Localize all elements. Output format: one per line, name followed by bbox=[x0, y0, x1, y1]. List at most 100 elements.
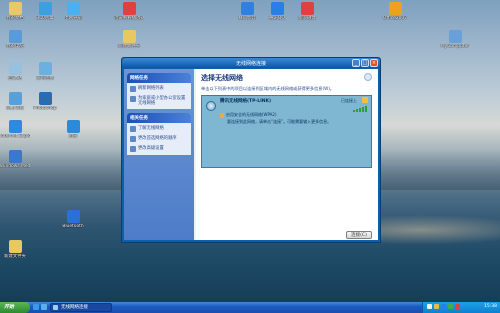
lock-icon bbox=[220, 112, 224, 118]
desktop-icon-my-documents[interactable]: 我的文档 bbox=[0, 2, 30, 21]
icon-label: 360杀毒 bbox=[36, 16, 54, 21]
connect-button[interactable]: 连接(C) bbox=[346, 231, 372, 239]
desktop-icon-xunlei[interactable]: 迅雷 bbox=[58, 120, 88, 139]
icon-label: MyComputer bbox=[440, 44, 470, 49]
play-icon bbox=[240, 2, 254, 15]
desktop-icon-office[interactable]: Office2007 bbox=[380, 2, 410, 21]
page-description: 单击以下列表中的项目以连接到区域内的无线网络或获得更多信息(W)。 bbox=[201, 86, 335, 91]
icon-label: 回收站 bbox=[8, 76, 22, 81]
system-tray: 15:38 bbox=[422, 302, 500, 313]
info-icon bbox=[130, 126, 136, 132]
panel-header: 网络任务 bbox=[127, 73, 191, 83]
icon-label: 我的文档 bbox=[6, 16, 24, 21]
icon-label: Windows Media Player bbox=[0, 164, 30, 169]
task-learn-wireless[interactable]: 了解无线网络 bbox=[127, 123, 191, 133]
star-icon bbox=[362, 97, 368, 103]
task-setup-network[interactable]: 为家庭或小型办公室设置无线网络 bbox=[127, 93, 191, 109]
window-title: 无线网络连接 bbox=[235, 61, 266, 67]
icon-label: 网上邻居 bbox=[6, 106, 24, 111]
task-sidebar: 网络任务 刷新网络列表 为家庭或小型办公室设置无线网络 相关任务 了解无线网络 bbox=[124, 69, 194, 240]
computer-icon bbox=[8, 30, 22, 43]
desktop-icon-xunlei-player[interactable]: 迅雷看看播放器 bbox=[114, 2, 144, 21]
icon-label: Photoshop bbox=[33, 106, 57, 111]
panel-header: 相关任务 bbox=[127, 113, 191, 123]
icon-label: 新建文件夹 bbox=[118, 44, 140, 49]
bird-icon bbox=[66, 120, 80, 133]
network-icon bbox=[8, 92, 22, 105]
folder-icon bbox=[8, 2, 22, 15]
close-button[interactable]: × bbox=[370, 59, 378, 67]
penguin-icon bbox=[270, 2, 284, 15]
desktop-icon-photoshop[interactable]: Photoshop bbox=[30, 92, 60, 111]
wireless-network-window: 无线网络连接 _ □ × 网络任务 刷新网络列表 为家庭或小型办公室设置无线网络… bbox=[121, 57, 381, 243]
icon-label: 迅雷看看播放器 bbox=[114, 16, 144, 21]
icon-label: 腾讯QQ bbox=[269, 16, 285, 21]
desktop-icon-storm[interactable]: 暴风影音 bbox=[232, 2, 262, 21]
icon-label: 新建文件夹 bbox=[4, 254, 26, 259]
desktop-icon[interactable] bbox=[41, 304, 47, 310]
folder-icon bbox=[8, 240, 22, 253]
network-list-pane: 选择无线网络 单击以下列表中的项目以连接到区域内的无线网络或获得更多信息(W)。… bbox=[196, 69, 378, 240]
icon-label: 宽带连接 bbox=[36, 76, 54, 81]
desktop-icon-broadband[interactable]: 宽带连接 bbox=[30, 62, 60, 81]
icon-label: 迅雷 bbox=[68, 134, 78, 139]
start-button[interactable]: 开始 bbox=[0, 302, 30, 313]
ie-icon bbox=[8, 120, 22, 133]
network-list-item[interactable]: 腾讯无线网络(TP-LINK) 已连接上 启用安全的无线网络(WPA2) 要连接… bbox=[201, 95, 372, 168]
desktop-icon-360[interactable]: 360杀毒 bbox=[30, 2, 60, 21]
settings-icon bbox=[130, 146, 136, 152]
wireless-network-icon bbox=[206, 101, 216, 111]
icon-label: Internet Explorer bbox=[0, 134, 30, 139]
media-player-icon bbox=[8, 150, 22, 163]
desktop-icon-ie[interactable]: Internet Explorer bbox=[0, 120, 30, 139]
taskbar-item-wireless[interactable]: 无线网络连接 bbox=[50, 303, 112, 312]
quick-launch bbox=[33, 304, 47, 310]
network-tray-icon[interactable] bbox=[427, 304, 432, 309]
network-icon bbox=[38, 62, 52, 75]
refresh-icon bbox=[130, 86, 136, 92]
weibo-icon bbox=[300, 2, 314, 15]
desktop-icon-bluetooth[interactable]: Bluetooth bbox=[58, 210, 88, 229]
wireless-icon bbox=[53, 305, 58, 310]
task-refresh-list[interactable]: 刷新网络列表 bbox=[127, 83, 191, 93]
photoshop-icon bbox=[38, 92, 52, 105]
setup-icon bbox=[130, 96, 136, 102]
desktop-icon-recycle-bin[interactable]: 回收站 bbox=[0, 62, 30, 81]
player-icon bbox=[122, 2, 136, 15]
ime-tray-icon[interactable] bbox=[455, 304, 460, 309]
page-title: 选择无线网络 bbox=[201, 74, 243, 82]
signal-strength-icon bbox=[353, 106, 367, 112]
desktop-icon-network-places[interactable]: 网上邻居 bbox=[0, 92, 30, 111]
minimize-button[interactable]: _ bbox=[352, 59, 360, 67]
volume-icon[interactable] bbox=[434, 304, 439, 309]
icon-label: Bluetooth bbox=[62, 224, 84, 229]
desktop-icon-mycomputer2[interactable]: MyComputer bbox=[440, 30, 470, 49]
window-client: 网络任务 刷新网络列表 为家庭或小型办公室设置无线网络 相关任务 了解无线网络 bbox=[124, 69, 378, 240]
qq-tray-icon[interactable] bbox=[441, 304, 446, 309]
related-tasks-panel: 相关任务 了解无线网络 更改首选网络的顺序 更改高级设置 bbox=[127, 113, 191, 155]
desktop-icon-weibo[interactable]: 新浪微博 bbox=[292, 2, 322, 21]
folder-icon bbox=[122, 30, 136, 43]
icon-label: 我的电脑 bbox=[6, 44, 24, 49]
ie-icon[interactable] bbox=[33, 304, 39, 310]
security-text: 启用安全的无线网络(WPA2) bbox=[226, 112, 277, 117]
network-tasks-panel: 网络任务 刷新网络列表 为家庭或小型办公室设置无线网络 bbox=[127, 73, 191, 109]
computer-icon bbox=[448, 30, 462, 43]
task-change-order[interactable]: 更改首选网络的顺序 bbox=[127, 133, 191, 143]
globe-icon bbox=[66, 2, 80, 15]
desktop-icon-media-player[interactable]: Windows Media Player bbox=[0, 150, 30, 169]
icon-label: 新浪微博 bbox=[298, 16, 316, 21]
desktop-icon-qq[interactable]: 腾讯QQ bbox=[262, 2, 292, 21]
maximize-button[interactable]: □ bbox=[361, 59, 369, 67]
window-titlebar[interactable]: 无线网络连接 _ □ × bbox=[122, 58, 380, 68]
desktop-icon-my-computer[interactable]: 我的电脑 bbox=[0, 30, 30, 49]
desktop-icon-nav[interactable]: 上网导航 bbox=[58, 2, 88, 21]
icon-label: 上网导航 bbox=[64, 16, 82, 21]
desktop-icon-folder2[interactable]: 新建文件夹 bbox=[0, 240, 30, 259]
refresh-icon[interactable] bbox=[364, 73, 372, 81]
task-advanced-settings[interactable]: 更改高级设置 bbox=[127, 143, 191, 155]
antivirus-tray-icon[interactable] bbox=[448, 304, 453, 309]
desktop-icon-new-folder[interactable]: 新建文件夹 bbox=[114, 30, 144, 49]
taskbar: 开始 无线网络连接 15:38 bbox=[0, 302, 500, 313]
network-hint: 要连接到此网络，请单击“连接”。可能需要输入更多信息。 bbox=[227, 119, 332, 124]
